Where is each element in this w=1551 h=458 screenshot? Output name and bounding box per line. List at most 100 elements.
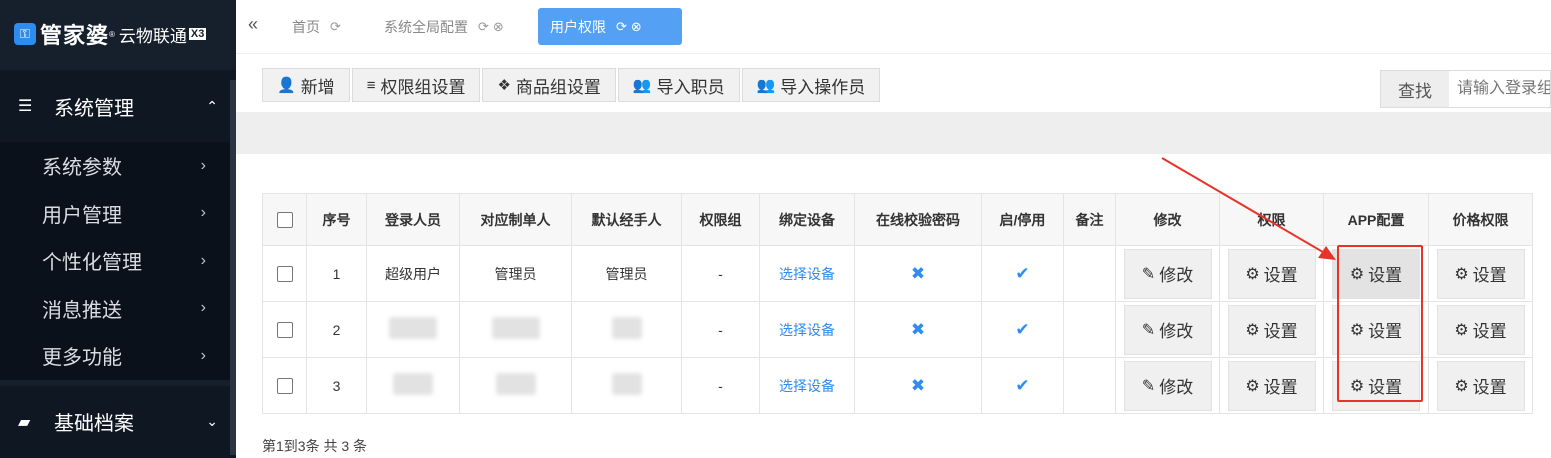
permission-group: -	[681, 245, 760, 302]
online-check-cell: ✖	[854, 301, 982, 358]
row-index: 1	[306, 245, 367, 302]
price-permission-button[interactable]: ⚙ 设置	[1436, 304, 1525, 355]
remark-cell	[1063, 301, 1116, 358]
tab-user-permissions[interactable]: 用户权限 ⟳ ⊗	[538, 8, 682, 45]
collapse-sidebar-icon[interactable]: «	[248, 14, 258, 35]
nav-group-label: 基础档案	[54, 413, 134, 435]
import-staff-button[interactable]: 👥 导入职员	[617, 68, 740, 102]
refresh-icon[interactable]: ⟳	[616, 19, 627, 35]
permission-settings-button[interactable]: ⚙ 设置	[1227, 304, 1316, 355]
button-label: 导入操作员	[780, 77, 866, 97]
nav-item-label: 系统参数	[42, 157, 122, 180]
nav-group-basic-archive[interactable]: ▰ 基础档案 ⌄	[0, 385, 236, 458]
device-cell: 选择设备	[759, 245, 855, 302]
bill-maker: 管理员	[459, 245, 572, 302]
search-input[interactable]	[1449, 71, 1550, 107]
tab-label: 首页	[292, 18, 320, 35]
bill-maker-redacted	[459, 301, 572, 358]
edit-button[interactable]: ✎ 修改	[1123, 304, 1212, 355]
nav-group-system[interactable]: ☰ 系统管理 ⌃	[0, 70, 236, 142]
redacted-text	[611, 373, 642, 395]
search-box: 查找	[1380, 70, 1551, 108]
folder-open-icon: ▰	[18, 413, 31, 431]
redacted-text	[389, 317, 437, 339]
online-check-cell: ✖	[854, 357, 982, 414]
tab-home[interactable]: 首页 ⟳	[280, 8, 353, 45]
key-icon: ⚿	[14, 23, 36, 45]
row-checkbox[interactable]	[276, 322, 293, 339]
users-icon: 👥	[756, 77, 776, 94]
cross-icon: ✖	[910, 263, 926, 283]
default-handler-redacted	[571, 301, 682, 358]
gear-icon: ⚙	[1245, 377, 1260, 395]
nav-item-label: 用户管理	[42, 204, 122, 227]
login-user: 超级用户	[366, 245, 460, 302]
row-checkbox[interactable]	[276, 266, 293, 283]
chevron-right-icon: ›	[200, 156, 206, 174]
select-device-link[interactable]: 选择设备	[779, 322, 835, 338]
row-select-cell[interactable]	[262, 301, 307, 358]
chevron-down-icon: ⌄	[206, 413, 218, 429]
check-icon: ✔	[1015, 375, 1030, 395]
redacted-text	[393, 373, 433, 395]
nav-item-personalization[interactable]: 个性化管理 ›	[0, 237, 236, 285]
button-label: 设置	[1472, 378, 1507, 397]
edit-button[interactable]: ✎ 修改	[1123, 360, 1212, 411]
edit-icon: ✎	[1141, 377, 1156, 395]
refresh-icon[interactable]: ⟳	[478, 19, 489, 35]
column-header: 价格权限	[1428, 193, 1533, 246]
column-header: 备注	[1063, 193, 1116, 246]
row-select-cell[interactable]	[262, 245, 307, 302]
logo-edition: X3	[188, 28, 207, 40]
product-group-button[interactable]: ❖ 商品组设置	[482, 68, 616, 102]
price-cell: ⚙ 设置	[1428, 245, 1533, 302]
list-icon: ≡	[366, 76, 376, 94]
row-index: 3	[306, 357, 367, 414]
close-icon[interactable]: ⊗	[493, 19, 504, 35]
check-icon: ✔	[1015, 263, 1030, 283]
tab-global-config[interactable]: 系统全局配置 ⟳ ⊗	[372, 8, 516, 45]
perm-cell: ⚙ 设置	[1219, 301, 1324, 358]
redacted-text	[495, 373, 536, 395]
permission-group-button[interactable]: ≡ 权限组设置	[351, 68, 481, 102]
user-plus-icon: 👤	[277, 77, 296, 94]
select-all-checkbox[interactable]	[276, 212, 293, 229]
row-select-cell[interactable]	[262, 357, 307, 414]
gear-icon: ⚙	[1454, 265, 1469, 283]
column-header: 启/停用	[981, 193, 1064, 246]
refresh-icon[interactable]: ⟳	[330, 19, 341, 35]
chevron-right-icon: ›	[200, 299, 206, 317]
nav-item-user-management[interactable]: 用户管理 ›	[0, 189, 236, 237]
button-label: 设置	[1263, 378, 1298, 397]
enabled-cell: ✔	[981, 245, 1064, 302]
nav-item-more-functions[interactable]: 更多功能 ›	[0, 332, 236, 380]
price-permission-button[interactable]: ⚙ 设置	[1436, 360, 1525, 411]
select-device-link[interactable]: 选择设备	[779, 266, 835, 282]
device-cell: 选择设备	[759, 357, 855, 414]
nav-item-label: 个性化管理	[42, 252, 142, 275]
close-icon[interactable]: ⊗	[631, 19, 642, 35]
permission-settings-button[interactable]: ⚙ 设置	[1227, 360, 1316, 411]
column-header: 默认经手人	[571, 193, 682, 246]
tab-bar: « 首页 ⟳ 系统全局配置 ⟳ ⊗ 用户权限 ⟳ ⊗	[236, 0, 1551, 54]
column-header: 序号	[306, 193, 367, 246]
users-icon: 👥	[632, 77, 652, 94]
chevron-up-icon: ⌃	[206, 97, 218, 114]
default-handler: 管理员	[571, 245, 682, 302]
select-all-header[interactable]	[262, 193, 307, 246]
nav-item-system-params[interactable]: 系统参数 ›	[0, 142, 236, 190]
nav-item-message-push[interactable]: 消息推送 ›	[0, 284, 236, 332]
edit-icon: ✎	[1141, 321, 1156, 339]
price-permission-button[interactable]: ⚙ 设置	[1436, 248, 1525, 299]
enabled-cell: ✔	[981, 301, 1064, 358]
select-device-link[interactable]: 选择设备	[779, 378, 835, 394]
perm-cell: ⚙ 设置	[1219, 357, 1324, 414]
row-checkbox[interactable]	[276, 378, 293, 395]
pagination-info: 第1到3条 共 3 条	[262, 438, 368, 454]
logo-main-text: 管家婆	[40, 23, 110, 48]
add-button[interactable]: 👤 新增	[262, 68, 350, 102]
bill-maker-redacted	[459, 357, 572, 414]
gear-icon: ⚙	[1454, 377, 1469, 395]
remark-cell	[1063, 357, 1116, 414]
import-operator-button[interactable]: 👥 导入操作员	[741, 68, 881, 102]
